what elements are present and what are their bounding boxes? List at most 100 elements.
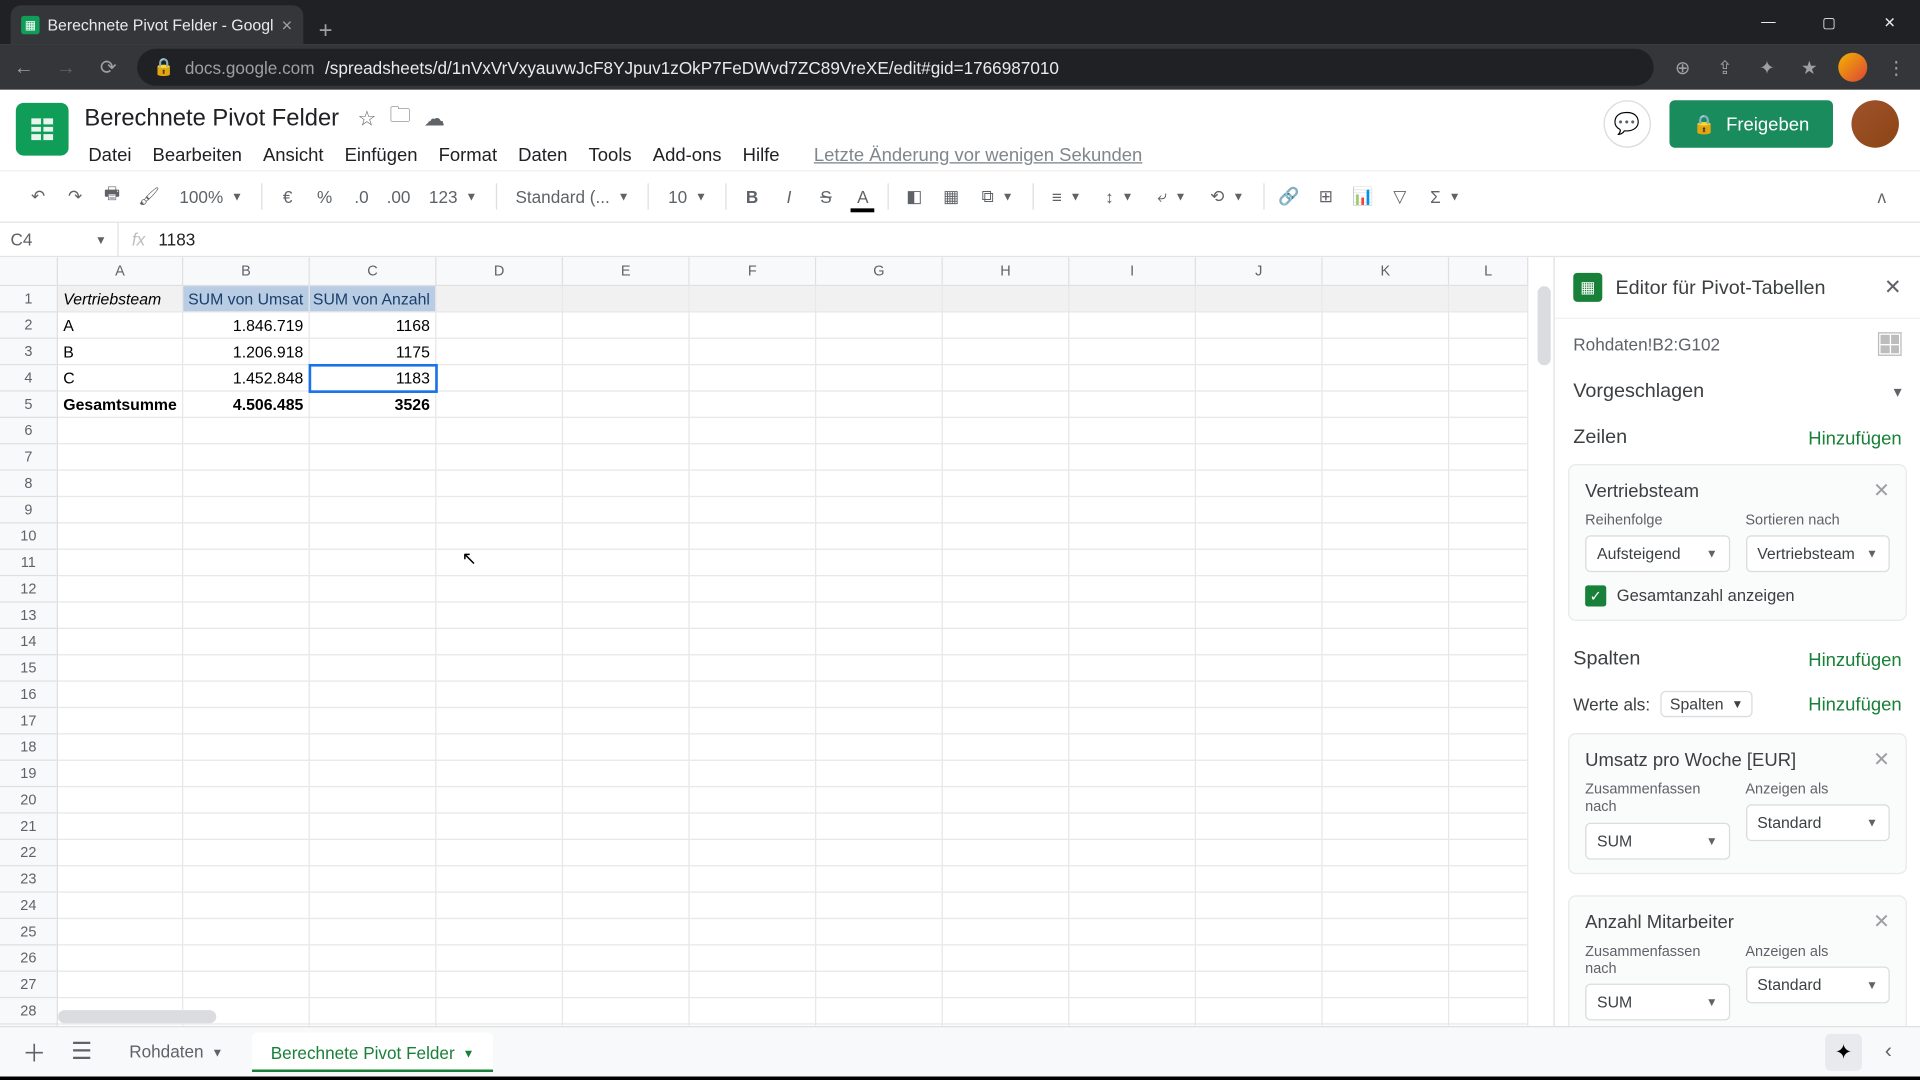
cell[interactable] [1069,735,1196,761]
cell[interactable] [1196,418,1323,444]
cell[interactable] [310,497,437,523]
cell[interactable] [1196,919,1323,945]
cell[interactable] [1449,471,1528,497]
cell[interactable] [816,840,943,866]
cell[interactable] [436,365,563,391]
cell[interactable] [690,840,817,866]
cell[interactable] [1449,365,1528,391]
cell[interactable] [690,893,817,919]
menu-view[interactable]: Ansicht [254,138,333,170]
add-value-button[interactable]: Hinzufügen [1808,694,1901,715]
all-sheets-button[interactable]: ☰ [63,1033,100,1070]
col-header[interactable]: B [183,257,310,286]
cell[interactable] [1069,524,1196,550]
cell[interactable] [690,787,817,813]
cell[interactable] [1449,313,1528,339]
share-icon[interactable]: ⇪ [1712,54,1738,80]
cell[interactable] [310,840,437,866]
cell[interactable] [1196,629,1323,655]
cell[interactable] [1449,1025,1528,1026]
cell[interactable] [816,524,943,550]
cell[interactable] [58,787,183,813]
cell[interactable] [1323,946,1450,972]
cell[interactable] [1069,998,1196,1024]
cell[interactable] [1449,814,1528,840]
cell[interactable] [690,524,817,550]
cell[interactable] [943,497,1070,523]
cell[interactable] [183,1025,310,1026]
cell[interactable] [690,919,817,945]
cell[interactable] [690,444,817,470]
cell[interactable] [310,1025,437,1026]
col-header[interactable]: C [310,257,437,286]
cell[interactable] [1196,471,1323,497]
col-header[interactable]: I [1069,257,1196,286]
cell[interactable] [563,629,690,655]
cell[interactable] [1449,735,1528,761]
cell[interactable] [690,998,817,1024]
menu-help[interactable]: Hilfe [733,138,788,170]
cell[interactable] [1196,946,1323,972]
cell[interactable] [1323,550,1450,576]
select-range-button[interactable] [1878,332,1902,356]
browser-tab[interactable]: ▦ Berechnete Pivot Felder - Googl × [11,5,303,45]
cell[interactable] [943,392,1070,418]
cell[interactable] [1069,339,1196,365]
cell[interactable] [1323,524,1450,550]
row-header[interactable]: 21 [0,814,58,840]
cell[interactable] [310,946,437,972]
summarize-select[interactable]: SUM▼ [1585,984,1729,1021]
cell[interactable] [943,365,1070,391]
cell[interactable] [1069,655,1196,681]
fill-color-button[interactable]: ◧ [897,178,931,215]
cell[interactable] [310,708,437,734]
values-as-select[interactable]: Spalten▼ [1661,691,1753,717]
cell[interactable] [1196,1025,1323,1026]
cell[interactable]: A [58,313,183,339]
functions-button[interactable]: Σ▼ [1420,178,1471,215]
show-totals-checkbox[interactable]: ✓ Gesamtanzahl anzeigen [1585,586,1890,607]
cell[interactable] [1323,313,1450,339]
window-maximize-button[interactable]: ▢ [1799,0,1860,45]
cell[interactable] [183,708,310,734]
cell[interactable] [690,946,817,972]
cell[interactable]: Vertriebsteam [58,286,183,312]
cell[interactable] [58,840,183,866]
menu-insert[interactable]: Einfügen [335,138,426,170]
cell[interactable] [1196,497,1323,523]
row-header[interactable]: 26 [0,946,58,972]
zoom-select[interactable]: 100%▼ [169,178,254,215]
cell[interactable] [563,286,690,312]
cell[interactable] [436,313,563,339]
star-icon[interactable]: ☆ [358,105,377,131]
cell[interactable] [1449,550,1528,576]
cell[interactable] [943,576,1070,602]
cell[interactable] [816,339,943,365]
cell[interactable] [1196,787,1323,813]
cell[interactable] [1069,550,1196,576]
cell[interactable] [1069,946,1196,972]
merge-button[interactable]: ⧉▼ [971,178,1024,215]
cell[interactable] [563,919,690,945]
cell[interactable] [690,761,817,787]
sheet-tab[interactable]: Rohdaten▼ [111,1032,242,1072]
cell[interactable] [436,339,563,365]
cell[interactable] [183,761,310,787]
cell[interactable] [690,735,817,761]
cell[interactable]: SUM von Umsat [183,286,310,312]
doc-title[interactable]: Berechnete Pivot Felder [79,102,344,135]
row-header[interactable]: 11 [0,550,58,576]
cell[interactable] [816,629,943,655]
cell[interactable] [310,418,437,444]
sheet-tab-active[interactable]: Berechnete Pivot Felder▼ [252,1032,493,1072]
cell[interactable] [436,893,563,919]
row-header[interactable]: 1 [0,286,58,312]
row-header[interactable]: 9 [0,497,58,523]
cell[interactable] [1196,735,1323,761]
cell[interactable] [1069,919,1196,945]
cell[interactable] [563,1025,690,1026]
close-tab-icon[interactable]: × [281,15,292,36]
cell[interactable] [1069,286,1196,312]
cell[interactable] [58,814,183,840]
cell[interactable]: 1.846.719 [183,313,310,339]
